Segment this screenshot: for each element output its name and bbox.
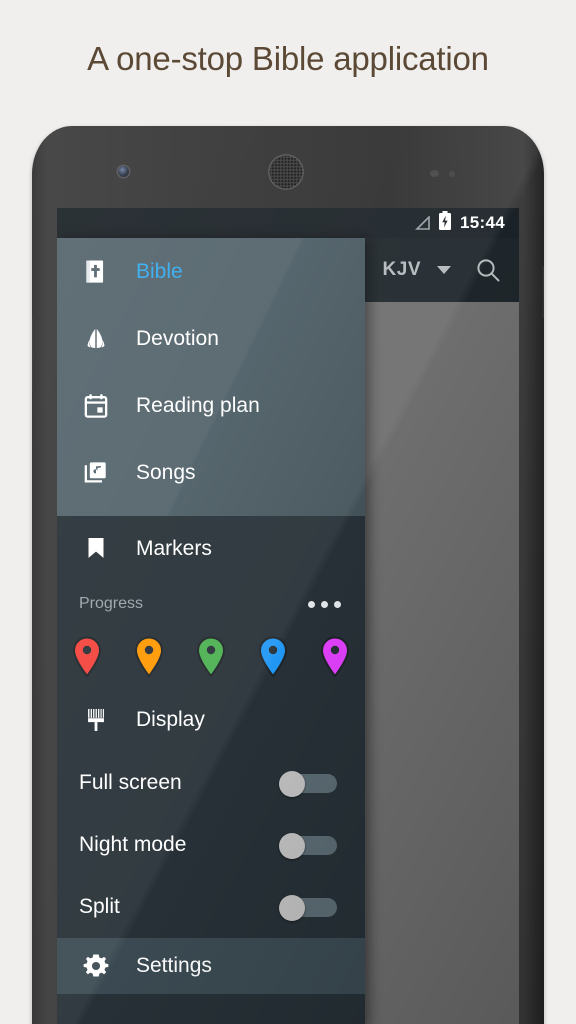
marker-pin-magenta[interactable] xyxy=(319,636,351,678)
brush-icon xyxy=(79,703,113,737)
praying-hands-icon xyxy=(79,322,113,356)
signal-triangle-icon xyxy=(413,215,430,230)
power-button[interactable] xyxy=(542,266,544,318)
calendar-icon xyxy=(79,389,113,423)
full-screen-switch[interactable] xyxy=(279,771,337,797)
progress-label: Progress xyxy=(79,595,144,612)
navigation-drawer: Bible Devotion Reading plan Songs Marker… xyxy=(57,238,365,1024)
search-icon[interactable] xyxy=(475,257,501,283)
toggle-label: Full screen xyxy=(79,771,182,794)
bible-book-icon xyxy=(79,255,113,289)
drawer-secondary-section: Markers Progress Display Full screen Nig… xyxy=(57,516,365,994)
drawer-item-label: Reading plan xyxy=(136,393,260,417)
switch-knob xyxy=(279,833,305,859)
drawer-item-markers[interactable]: Markers xyxy=(57,516,365,582)
split-switch[interactable] xyxy=(279,895,337,921)
phone-device-mockup: 15:44 KJV Bible Devotion Reading plan So… xyxy=(32,126,544,1024)
bookmark-icon xyxy=(79,532,113,566)
status-bar: 15:44 xyxy=(57,208,519,238)
promo-graphic: A one-stop Bible application 15:44 KJV B… xyxy=(0,0,576,1024)
drawer-item-label: Markers xyxy=(136,537,212,560)
gear-icon xyxy=(79,949,113,983)
toggle-label: Night mode xyxy=(79,833,187,856)
phone-top-bezel xyxy=(32,126,544,208)
toggle-label: Split xyxy=(79,895,120,918)
toggle-row-night-mode[interactable]: Night mode xyxy=(57,814,365,876)
drawer-item-display[interactable]: Display xyxy=(57,688,365,752)
drawer-item-label: Bible xyxy=(136,259,183,283)
front-camera-icon xyxy=(118,166,129,177)
light-sensor-icon xyxy=(449,171,455,177)
marker-pin-blue[interactable] xyxy=(257,636,289,678)
music-note-pages-icon xyxy=(79,456,113,490)
drawer-item-label: Settings xyxy=(136,954,212,977)
marker-pin-orange[interactable] xyxy=(133,636,165,678)
phone-screen: 15:44 KJV Bible Devotion Reading plan So… xyxy=(57,208,519,1024)
switch-knob xyxy=(279,771,305,797)
page-title: A one-stop Bible application xyxy=(87,40,489,77)
drawer-item-label: Display xyxy=(136,708,205,731)
bible-version-label[interactable]: KJV xyxy=(383,259,421,281)
progress-section-header: Progress xyxy=(57,582,365,626)
drawer-item-songs[interactable]: Songs xyxy=(57,439,365,506)
status-bar-clock: 15:44 xyxy=(460,213,505,232)
earpiece-speaker-icon xyxy=(268,154,304,190)
drawer-item-bible[interactable]: Bible xyxy=(57,238,365,305)
drawer-item-label: Devotion xyxy=(136,326,219,350)
proximity-sensor-icon xyxy=(430,170,439,177)
toggle-row-split[interactable]: Split xyxy=(57,876,365,938)
drawer-item-devotion[interactable]: Devotion xyxy=(57,305,365,372)
marker-pin-list xyxy=(57,626,365,688)
night-mode-switch[interactable] xyxy=(279,833,337,859)
switch-knob xyxy=(279,895,305,921)
marker-pin-red[interactable] xyxy=(71,636,103,678)
chevron-down-icon[interactable] xyxy=(437,266,451,274)
drawer-item-label: Songs xyxy=(136,460,196,484)
more-options-icon[interactable] xyxy=(308,600,341,608)
drawer-item-settings[interactable]: Settings xyxy=(57,938,365,994)
drawer-item-reading-plan[interactable]: Reading plan xyxy=(57,372,365,439)
screen-content: KJV arose to Puah, the nar; and he xyxy=(57,238,519,1024)
toggle-row-full-screen[interactable]: Full screen xyxy=(57,752,365,814)
drawer-primary-section: Bible Devotion Reading plan Songs xyxy=(57,238,365,516)
battery-charging-icon xyxy=(438,210,452,236)
marker-pin-green[interactable] xyxy=(195,636,227,678)
volume-button[interactable] xyxy=(32,316,34,390)
